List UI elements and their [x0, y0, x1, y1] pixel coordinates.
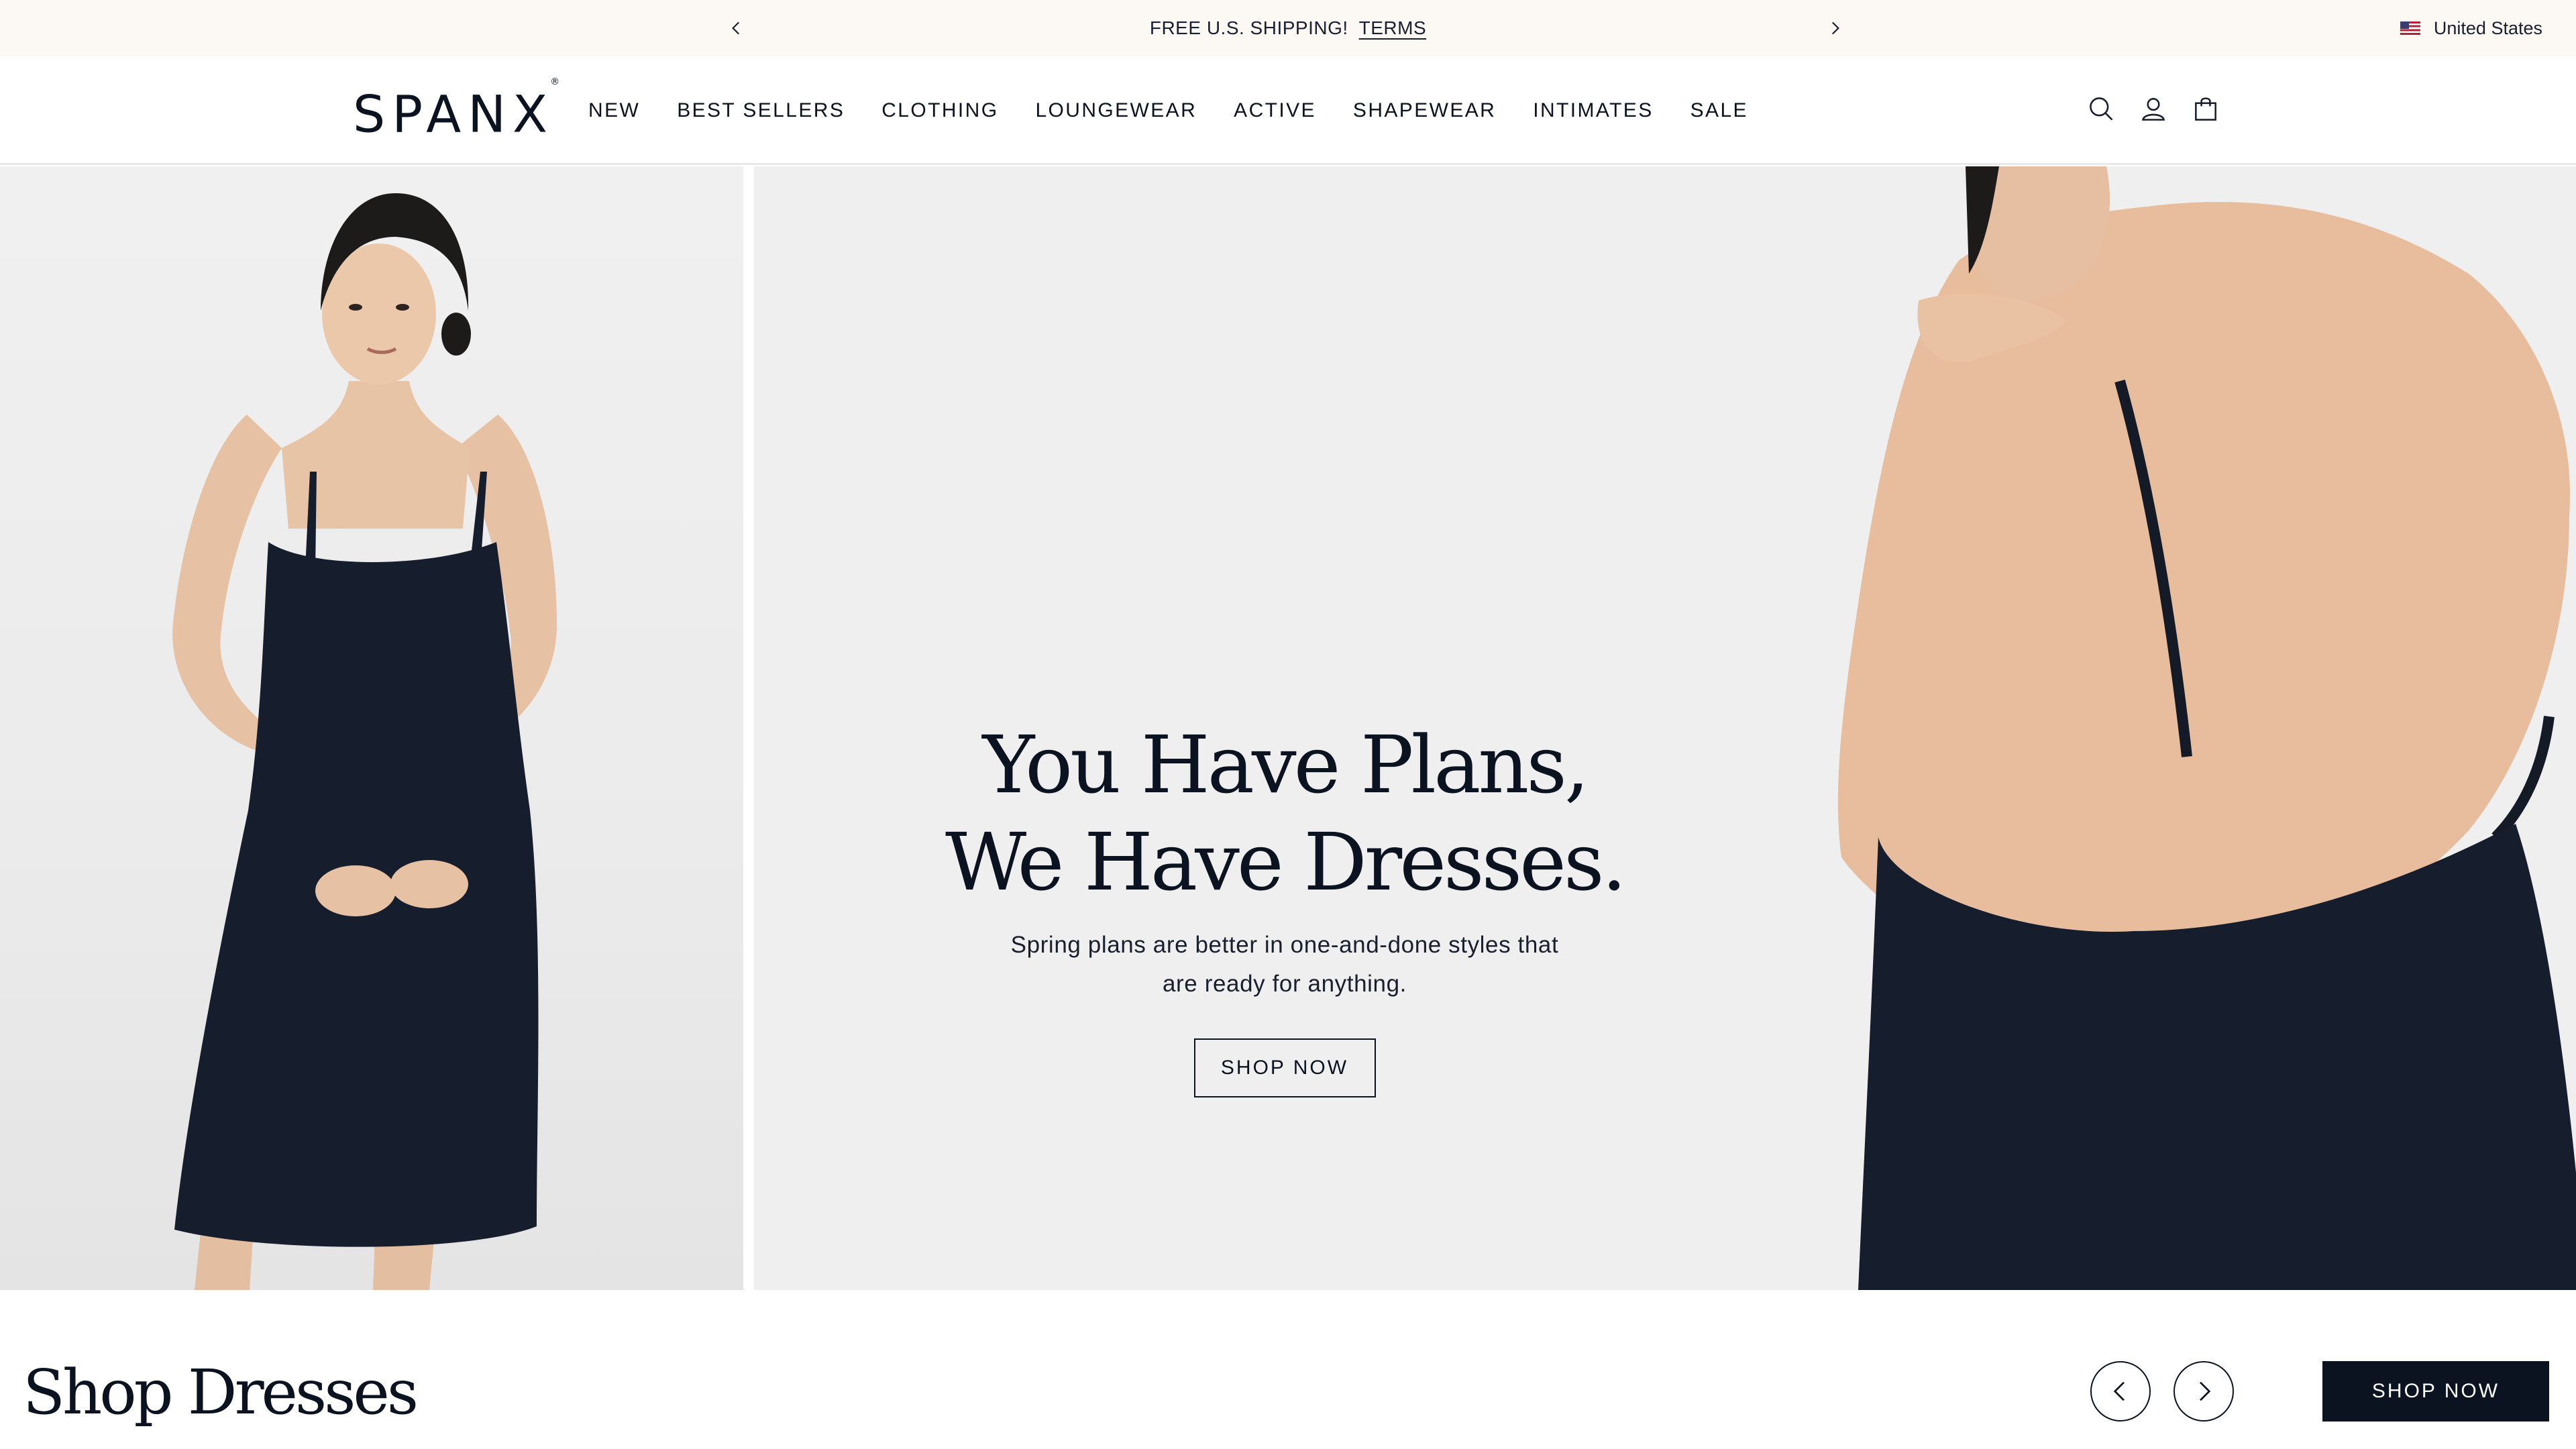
region-selector[interactable]: United States — [2400, 0, 2542, 56]
hero-subtitle: Spring plans are better in one-and-done … — [926, 926, 1644, 1004]
section-title: Shop Dresses — [23, 1356, 419, 1428]
site-header: SPANX® NEW BEST SELLERS CLOTHING LOUNGEW… — [0, 56, 2576, 165]
nav-item-sale[interactable]: SALE — [1690, 94, 1748, 127]
account-icon — [2141, 98, 2165, 121]
hero-title-line-1: You Have Plans, — [982, 718, 1590, 811]
announcement-text: FREE U.S. SHIPPING! — [1149, 17, 1348, 38]
hero-copy: You Have Plans, We Have Dresses. Spring … — [926, 716, 1644, 1097]
nav-item-intimates[interactable]: INTIMATES — [1533, 94, 1653, 127]
hero-gutter — [743, 166, 754, 1290]
nav-item-shapewear[interactable]: SHAPEWEAR — [1353, 94, 1496, 127]
nav-item-active[interactable]: ACTIVE — [1234, 94, 1316, 127]
bag-button[interactable] — [2190, 93, 2222, 125]
us-flag-icon — [2400, 21, 2420, 35]
main-nav: NEW BEST SELLERS CLOTHING LOUNGEWEAR ACT… — [588, 94, 1785, 127]
hero-title: You Have Plans, We Have Dresses. — [926, 716, 1644, 911]
nav-item-loungewear[interactable]: LOUNGEWEAR — [1035, 94, 1197, 127]
nav-item-best-sellers[interactable]: BEST SELLERS — [677, 94, 845, 127]
nav-item-clothing[interactable]: CLOTHING — [881, 94, 998, 127]
header-icons — [2085, 93, 2222, 125]
nav-item-new[interactable]: NEW — [588, 94, 640, 127]
hero-banner: You Have Plans, We Have Dresses. Spring … — [0, 166, 2576, 1290]
spanx-logo[interactable]: SPANX® — [353, 76, 559, 144]
chevron-right-icon — [2200, 1381, 2211, 1401]
model-back-image — [1837, 166, 2576, 1290]
logo-text: SPANX — [353, 84, 555, 144]
logo-mark: ® — [550, 76, 560, 87]
terms-link[interactable]: TERMS — [1359, 17, 1427, 39]
search-button[interactable] — [2085, 93, 2117, 125]
model-front-image — [172, 193, 557, 1290]
hero-subtitle-line-1: Spring plans are better in one-and-done … — [1010, 932, 1559, 958]
hero-shop-now-button[interactable]: SHOP NOW — [1193, 1038, 1376, 1097]
announcement-next-button[interactable] — [1820, 13, 1849, 43]
chevron-right-icon — [1831, 21, 1839, 35]
carousel-next-button[interactable] — [2174, 1361, 2234, 1421]
account-button[interactable] — [2137, 93, 2169, 125]
carousel-prev-button[interactable] — [2090, 1361, 2151, 1421]
hero-left-image — [0, 166, 743, 1290]
announcement-message: FREE U.S. SHIPPING! TERMS — [0, 0, 2576, 56]
chevron-left-icon — [2113, 1381, 2125, 1401]
region-label: United States — [2433, 17, 2542, 38]
shop-dresses-section: Shop Dresses SHOP NOW — [0, 1290, 2576, 1449]
section-shop-now-button[interactable]: SHOP NOW — [2322, 1361, 2549, 1421]
announcement-bar: FREE U.S. SHIPPING! TERMS United States — [0, 0, 2576, 56]
bag-icon — [2195, 97, 2216, 121]
search-icon — [2090, 97, 2113, 121]
hero-subtitle-line-2: are ready for anything. — [1162, 971, 1407, 997]
hero-title-line-2: We Have Dresses. — [945, 816, 1627, 908]
